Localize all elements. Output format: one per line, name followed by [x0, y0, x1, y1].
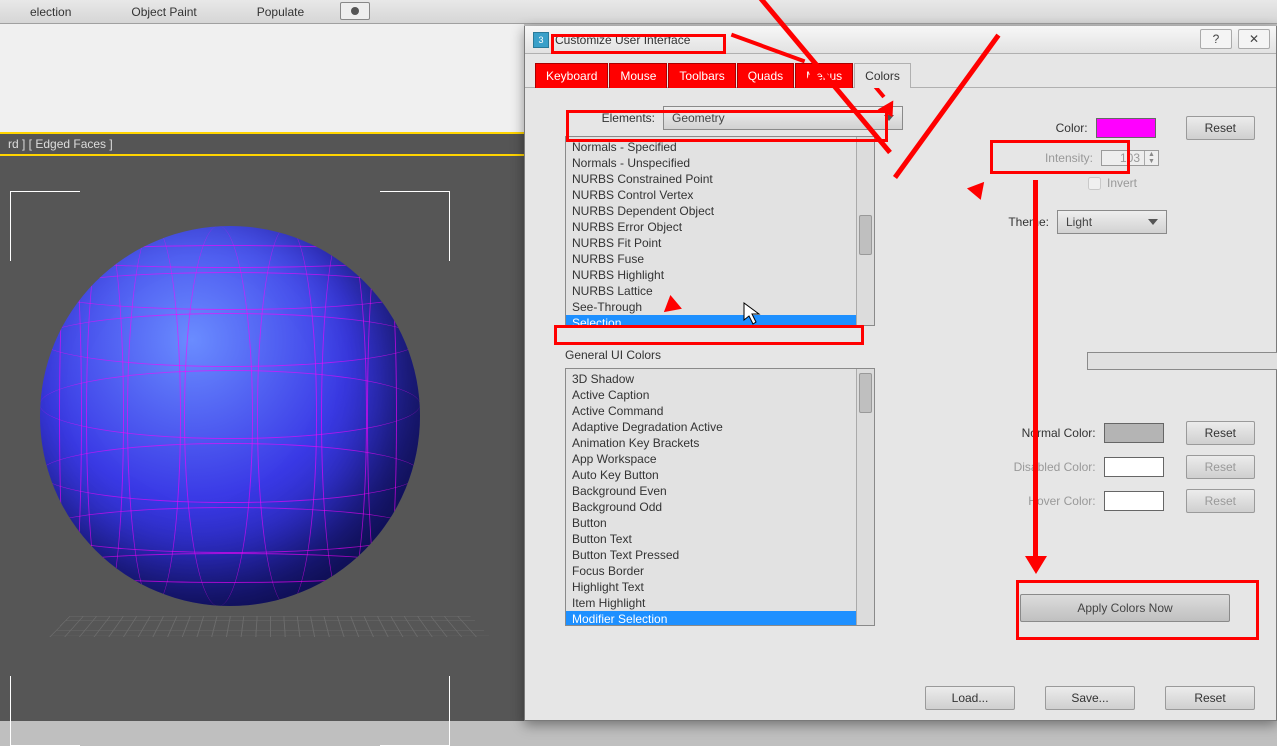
app-icon: 3: [533, 32, 549, 48]
reset-disabled-button: Reset: [1186, 455, 1255, 479]
intensity-value: [1102, 151, 1144, 165]
list-item[interactable]: Highlight Text: [566, 579, 874, 595]
elements-dropdown[interactable]: Geometry: [663, 106, 903, 130]
invert-checkbox: [1088, 177, 1101, 190]
tab-colors[interactable]: Colors: [854, 63, 911, 88]
normal-color-swatch[interactable]: [1104, 423, 1164, 443]
reset-color-button[interactable]: Reset: [1186, 116, 1255, 140]
selection-bracket: [380, 676, 450, 746]
reset-all-button[interactable]: Reset: [1165, 686, 1255, 710]
hover-color-label: Hover Color:: [996, 494, 1096, 508]
list-item[interactable]: Adaptive Degradation Active: [566, 419, 874, 435]
save-button[interactable]: Save...: [1045, 686, 1135, 710]
list-item[interactable]: Item Highlight: [566, 595, 874, 611]
menu-item-selection[interactable]: election: [30, 5, 71, 19]
theme-label: Theme:: [1008, 215, 1049, 229]
list-item[interactable]: 3D Shadow: [566, 371, 874, 387]
chevron-down-icon: [1148, 219, 1158, 225]
list-item[interactable]: NURBS Highlight: [566, 267, 874, 283]
list-item[interactable]: NURBS Control Vertex: [566, 187, 874, 203]
list-item[interactable]: Active Command: [566, 403, 874, 419]
color-elements-list[interactable]: Normals - SpecifiedNormals - Unspecified…: [565, 136, 875, 326]
general-ui-colors-list[interactable]: 3D ShadowActive CaptionActive CommandAda…: [565, 368, 875, 626]
list-item[interactable]: NURBS Fit Point: [566, 235, 874, 251]
theme-value: Light: [1066, 215, 1092, 229]
invert-label: Invert: [1107, 176, 1137, 190]
viewport[interactable]: [0, 154, 524, 721]
menu-item-populate[interactable]: Populate: [257, 5, 304, 19]
scrollbar[interactable]: [856, 369, 874, 625]
disabled-color-label: Disabled Color:: [996, 460, 1096, 474]
normal-color-label: Normal Color:: [996, 426, 1096, 440]
list-item[interactable]: NURBS Constrained Point: [566, 171, 874, 187]
scrollbar[interactable]: [856, 137, 874, 325]
subcategory-dropdown[interactable]: [1087, 352, 1277, 370]
menu-item-object-paint[interactable]: Object Paint: [131, 5, 196, 19]
dialog-titlebar[interactable]: 3 Customize User Interface ? ✕: [525, 26, 1276, 54]
elements-value: Geometry: [672, 111, 725, 125]
list-item[interactable]: Button Text Pressed: [566, 547, 874, 563]
list-item[interactable]: Auto Key Button: [566, 467, 874, 483]
list-item[interactable]: Button: [566, 515, 874, 531]
help-button[interactable]: ?: [1200, 29, 1232, 49]
list-item[interactable]: Active Caption: [566, 387, 874, 403]
list-item[interactable]: Animation Key Brackets: [566, 435, 874, 451]
theme-dropdown[interactable]: Light: [1057, 210, 1167, 234]
tab-quads[interactable]: Quads: [737, 63, 794, 88]
reset-hover-button: Reset: [1186, 489, 1255, 513]
selection-bracket: [10, 191, 80, 261]
customize-ui-dialog: 3 Customize User Interface ? ✕ Keyboard …: [524, 26, 1277, 721]
disabled-color-swatch: [1104, 457, 1164, 477]
intensity-label: Intensity:: [1045, 151, 1093, 165]
reset-normal-button[interactable]: Reset: [1186, 421, 1255, 445]
list-item[interactable]: NURBS Fuse: [566, 251, 874, 267]
hover-color-swatch: [1104, 491, 1164, 511]
elements-label: Elements:: [565, 111, 655, 125]
list-item[interactable]: Selection: [566, 315, 874, 326]
list-item[interactable]: App Workspace: [566, 451, 874, 467]
chevron-down-icon: [884, 115, 894, 121]
sphere-object[interactable]: [40, 226, 420, 606]
color-swatch[interactable]: [1096, 118, 1156, 138]
color-label: Color:: [1056, 121, 1088, 135]
dialog-title: Customize User Interface: [555, 33, 690, 47]
dialog-tabs: Keyboard Mouse Toolbars Quads Menus Colo…: [525, 54, 1276, 88]
intensity-spinner: ▲▼: [1101, 150, 1159, 166]
apply-colors-now-button[interactable]: Apply Colors Now: [1020, 594, 1230, 622]
tab-menus[interactable]: Menus: [795, 63, 853, 88]
selection-bracket: [380, 191, 450, 261]
tab-toolbars[interactable]: Toolbars: [668, 63, 735, 88]
selection-bracket: [10, 676, 80, 746]
load-button[interactable]: Load...: [925, 686, 1015, 710]
tab-mouse[interactable]: Mouse: [609, 63, 667, 88]
list-item[interactable]: Focus Border: [566, 563, 874, 579]
list-item[interactable]: Modifier Selection: [566, 611, 874, 626]
viewport-label: rd ] [ Edged Faces ]: [0, 134, 524, 154]
record-icon[interactable]: [340, 2, 370, 20]
list-item[interactable]: NURBS Dependent Object: [566, 203, 874, 219]
list-item[interactable]: Background Odd: [566, 499, 874, 515]
list-item[interactable]: Button Text: [566, 531, 874, 547]
list-item[interactable]: See-Through: [566, 299, 874, 315]
close-button[interactable]: ✕: [1238, 29, 1270, 49]
list-item[interactable]: Background Even: [566, 483, 874, 499]
list-item[interactable]: Normals - Specified: [566, 139, 874, 155]
ground-grid: [50, 616, 491, 637]
list-item[interactable]: Normals - Unspecified: [566, 155, 874, 171]
list-item[interactable]: NURBS Lattice: [566, 283, 874, 299]
ribbon-strip: [0, 24, 524, 134]
tab-keyboard[interactable]: Keyboard: [535, 63, 608, 88]
main-menubar[interactable]: election Object Paint Populate: [0, 0, 1277, 24]
list-item[interactable]: NURBS Error Object: [566, 219, 874, 235]
